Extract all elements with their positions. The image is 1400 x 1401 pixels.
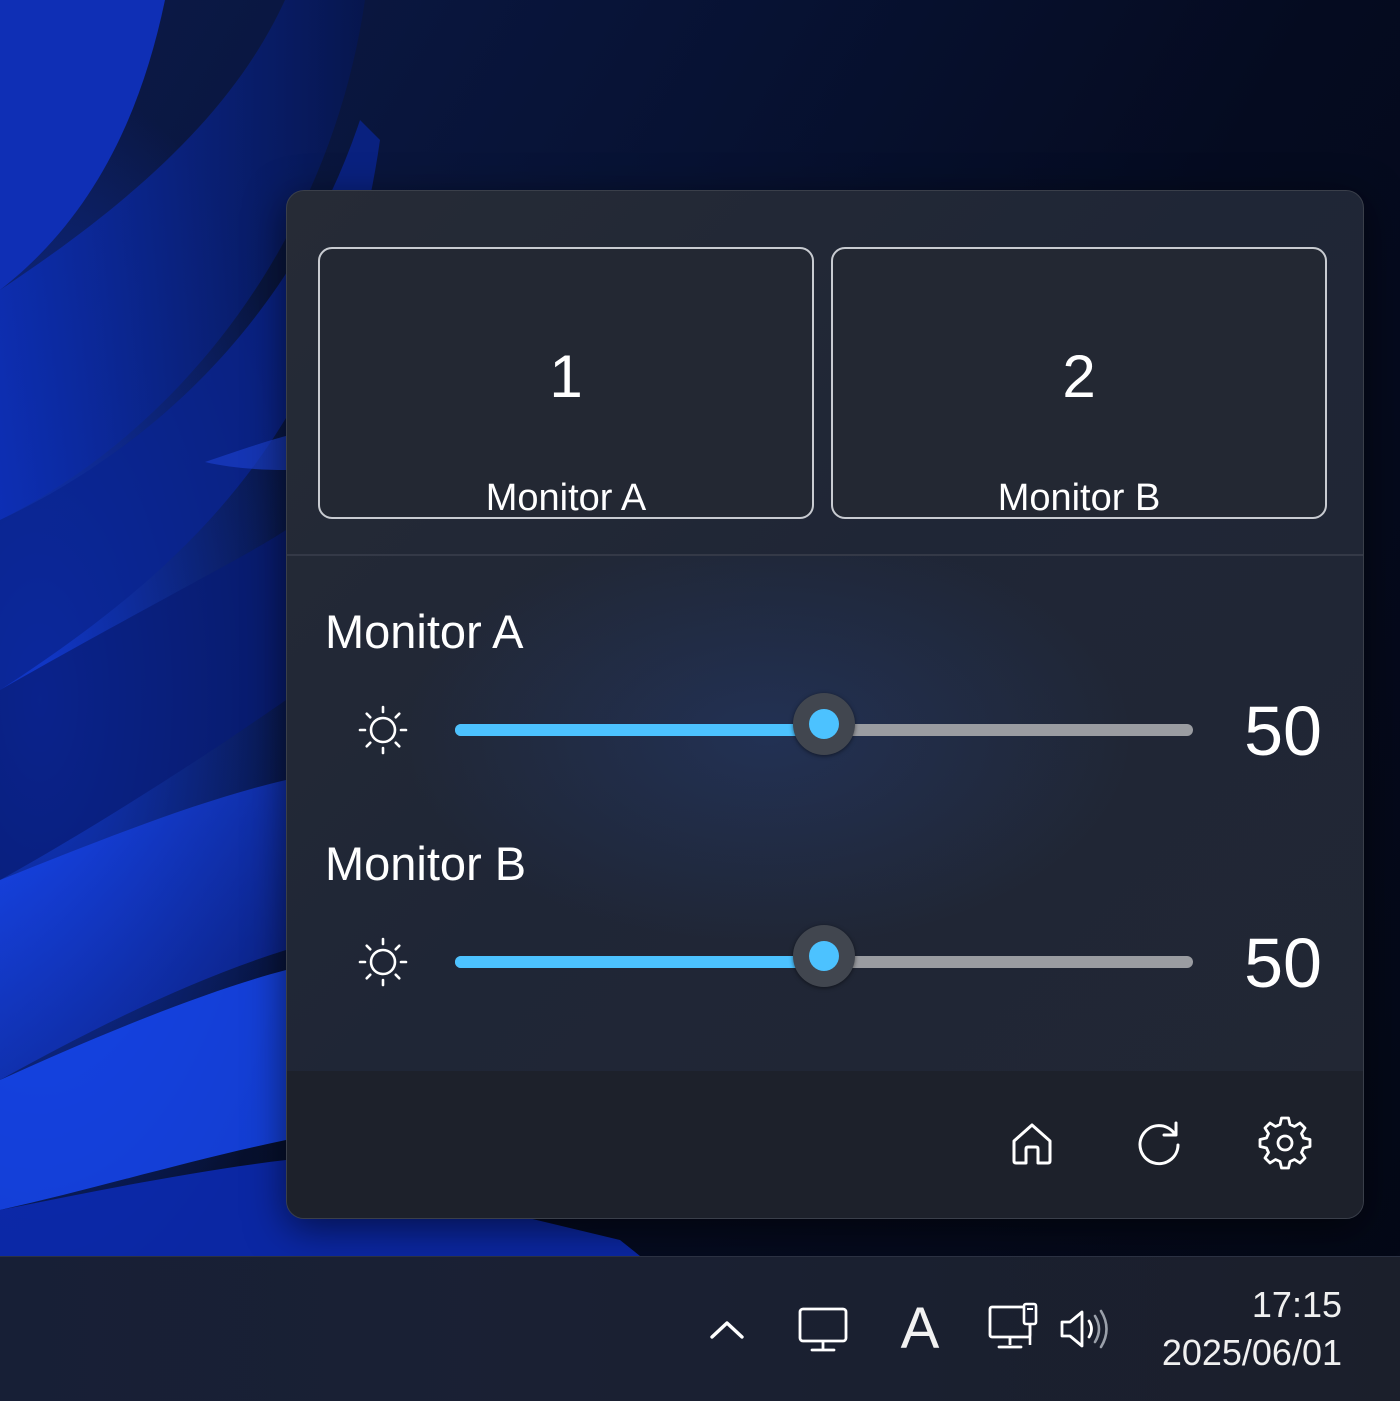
- monitor-number: 2: [1062, 343, 1096, 410]
- slider-thumb[interactable]: [793, 693, 855, 755]
- brightness-slider-b[interactable]: [455, 925, 1195, 989]
- flyout-footer: [287, 1071, 1363, 1218]
- monitor-card-b[interactable]: 2 Monitor B: [831, 247, 1327, 519]
- slider-fill: [455, 724, 824, 736]
- slider-thumb[interactable]: [793, 925, 855, 987]
- slider-fill: [455, 956, 824, 968]
- refresh-icon[interactable]: [1127, 1111, 1191, 1175]
- brightness-slider-a[interactable]: [455, 693, 1195, 757]
- ime-icon[interactable]: A: [896, 1299, 944, 1359]
- brightness-value-a: 50: [1244, 692, 1322, 770]
- taskbar-clock[interactable]: 17:15 2025/06/01: [1150, 1283, 1342, 1379]
- monitor-card-a[interactable]: 1 Monitor A: [318, 247, 814, 519]
- settings-gear-icon[interactable]: [1253, 1111, 1317, 1175]
- volume-icon[interactable]: [1058, 1305, 1114, 1353]
- chevron-up-icon[interactable]: [704, 1307, 750, 1353]
- monitor-name: Monitor B: [997, 477, 1161, 519]
- clock-date: 2025/06/01: [1161, 1332, 1342, 1373]
- monitor-name: Monitor A: [485, 477, 647, 519]
- brightness-sun-icon: [358, 705, 408, 755]
- taskbar: A 17:15 2025/06/01: [0, 1256, 1400, 1401]
- brightness-flyout: 1 Monitor A 2 Monitor B Monitor A 50 Mon…: [286, 190, 1364, 1219]
- monitor-a-label: Monitor A: [325, 605, 524, 658]
- monitor-b-label: Monitor B: [325, 837, 527, 890]
- brightness-value-b: 50: [1244, 924, 1322, 1002]
- display-icon[interactable]: [796, 1303, 850, 1357]
- brightness-sun-icon: [358, 937, 408, 987]
- divider: [287, 554, 1363, 556]
- network-icon[interactable]: [987, 1301, 1043, 1357]
- monitor-number: 1: [549, 343, 583, 410]
- home-icon[interactable]: [1000, 1111, 1064, 1175]
- clock-time: 17:15: [1251, 1284, 1342, 1325]
